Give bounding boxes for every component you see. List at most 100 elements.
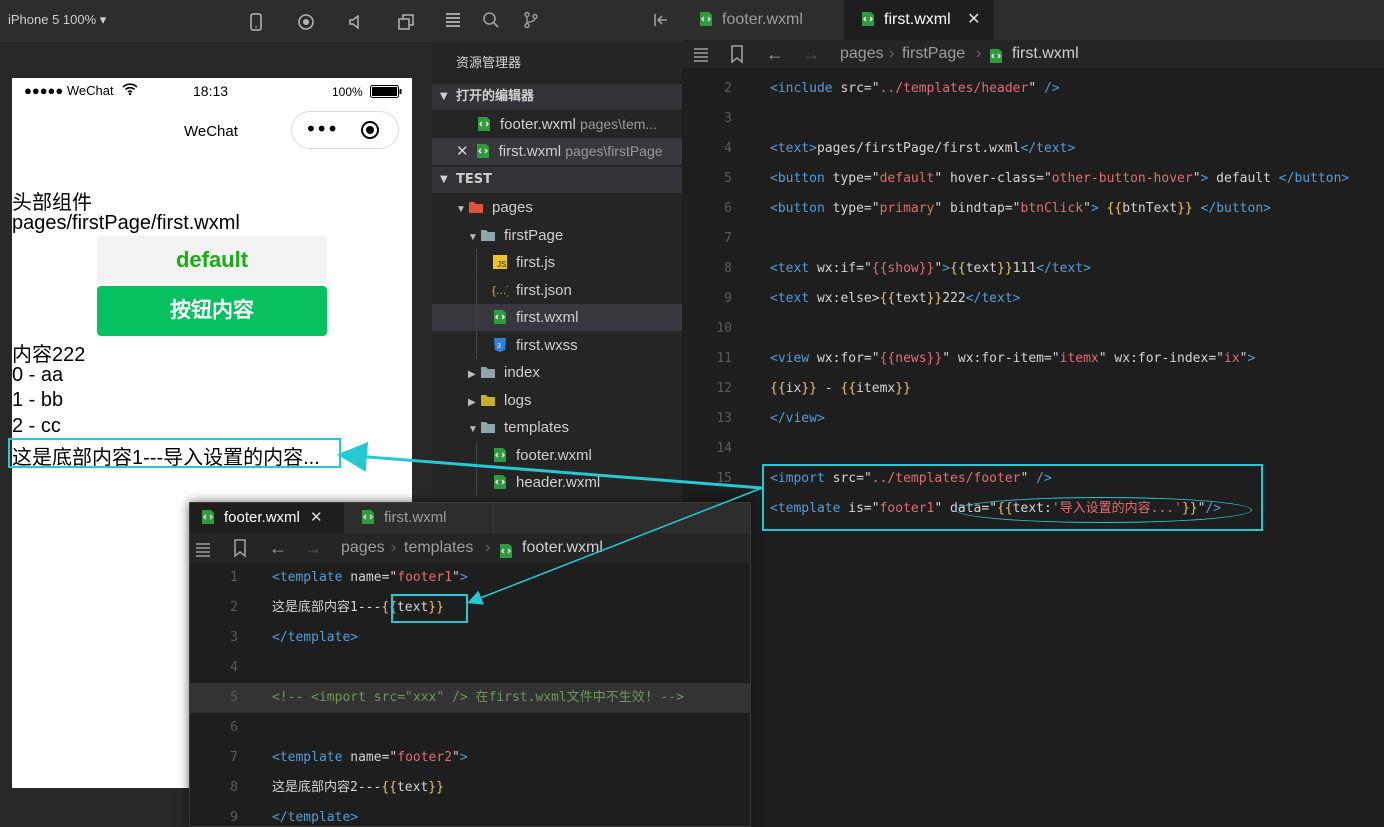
code-token: hover-class=	[942, 171, 1044, 186]
tree-item[interactable]: JS first.js	[432, 249, 682, 276]
code-text: <text wx:if="{{show}}">{{text}}111</text…	[770, 254, 1091, 284]
indent-guide	[476, 469, 477, 496]
code-token: "	[942, 351, 951, 366]
code-line[interactable]: 6	[190, 713, 750, 743]
phone-icon[interactable]	[246, 12, 266, 32]
record-icon[interactable]	[296, 12, 316, 32]
code-text: </template>	[272, 623, 358, 653]
code-line[interactable]: 10	[682, 314, 1384, 344]
code-line[interactable]: 12 {{ix}} - {{itemx}}	[682, 374, 1384, 404]
code-line[interactable]: 14	[682, 434, 1384, 464]
code-line[interactable]: 2 <include src="../templates/header" />	[682, 74, 1384, 104]
detach-window-icon[interactable]	[396, 12, 416, 32]
code-line[interactable]: 2 这是底部内容1---{{text}}	[190, 593, 750, 623]
code-text: {{ix}} - {{itemx}}	[770, 374, 911, 404]
breadcrumb-item[interactable]: templates	[404, 533, 473, 563]
code-line[interactable]: 1 <template name="footer1">	[190, 563, 750, 593]
code-token: </template>	[272, 630, 359, 645]
tab-label: footer.wxml	[722, 11, 803, 28]
tab-first-wxml[interactable]: first.wxml ✕	[844, 0, 994, 40]
primary-button[interactable]: 按钮内容	[97, 286, 327, 336]
code-line[interactable]: 3 </template>	[190, 623, 750, 653]
open-editor-item[interactable]: footer.wxml pages\tem...	[432, 111, 682, 138]
code-line[interactable]: 8 这是底部内容2---{{text}}	[190, 773, 750, 803]
code-line[interactable]: 3	[682, 104, 1384, 134]
chevron-down-icon[interactable]: ▼	[468, 224, 480, 251]
code-token: itemx	[1059, 351, 1099, 366]
breadcrumb-item[interactable]: pages	[840, 40, 884, 68]
code-token: "	[1083, 201, 1091, 216]
tree-item[interactable]: first.wxml	[432, 304, 682, 331]
tree-item[interactable]: header.wxml	[432, 469, 682, 496]
default-button[interactable]: default	[97, 236, 327, 284]
list-icon[interactable]	[444, 11, 462, 33]
chevron-right-icon[interactable]: ▶	[468, 389, 480, 416]
code-line[interactable]: 8 <text wx:if="{{show}}">{{text}}111</tex…	[682, 254, 1384, 284]
code-token: />	[1205, 501, 1222, 516]
arrow-left-icon[interactable]: ←	[766, 40, 784, 68]
list-item: 2 - cc	[12, 415, 61, 437]
arrow-right-icon[interactable]: →	[304, 533, 322, 563]
code-line[interactable]: 4 <text>pages/firstPage/first.wxml</text>	[682, 134, 1384, 164]
code-line[interactable]: 13 </view>	[682, 404, 1384, 434]
chevron-down-icon[interactable]: ▼	[456, 196, 468, 223]
code-line[interactable]: 9 </template>	[190, 803, 750, 826]
chevron-right-icon[interactable]: ▶	[468, 361, 480, 388]
code-token: <template	[770, 501, 849, 516]
speaker-icon[interactable]	[346, 12, 366, 32]
code-token: "	[871, 171, 880, 186]
close-icon[interactable]: ✕	[967, 11, 980, 28]
open-editor-item[interactable]: ✕ first.wxml pages\firstPage	[432, 138, 682, 165]
chevron-down-icon[interactable]: ▼	[468, 416, 480, 443]
arrow-right-icon[interactable]: →	[802, 40, 820, 68]
tree-item[interactable]: ▶ index	[432, 359, 682, 386]
wxml-file-icon	[988, 46, 1004, 74]
code-line[interactable]: 15 <import src="../templates/footer" />	[682, 464, 1384, 494]
tab-footer-wxml[interactable]: footer.wxml	[682, 0, 844, 40]
code-line[interactable]: <template is="footer1" data="{{text:'导入设…	[682, 494, 1384, 524]
code-token: "	[871, 201, 880, 216]
tree-item[interactable]: ▼ pages	[432, 194, 682, 221]
list-icon[interactable]	[692, 45, 710, 73]
collapse-panel-icon[interactable]	[652, 11, 670, 33]
wxml-file-icon	[698, 3, 714, 26]
git-branch-icon[interactable]	[522, 11, 540, 33]
project-section[interactable]: ▼ TEST	[432, 167, 682, 193]
code-line[interactable]: 6 <button type="primary" bindtap="btnClic…	[682, 194, 1384, 224]
tab-footer-wxml[interactable]: footer.wxml ✕	[190, 503, 344, 533]
arrow-left-icon[interactable]: ←	[269, 533, 287, 563]
code-token: 111	[1012, 261, 1037, 276]
close-icon[interactable]: ✕	[310, 509, 323, 526]
tree-item[interactable]: {…} first.json	[432, 276, 682, 304]
code-token: }}	[926, 291, 943, 306]
close-circle-icon[interactable]	[360, 120, 380, 144]
close-icon[interactable]: ✕	[456, 143, 469, 160]
tab-first-wxml[interactable]: first.wxml	[350, 503, 494, 533]
tree-item[interactable]: 3 first.wxss	[432, 331, 682, 359]
code-line[interactable]: 5 <!-- <import src="xxx" /> 在first.wxml文件…	[190, 683, 750, 713]
search-icon[interactable]	[482, 11, 500, 33]
breadcrumb-item[interactable]: first.wxml	[1012, 40, 1079, 68]
capsule-menu[interactable]: •••	[291, 111, 399, 149]
code-line[interactable]: 4	[190, 653, 750, 683]
code-token: "	[1051, 351, 1060, 366]
code-line[interactable]: 7	[682, 224, 1384, 254]
bookmark-icon[interactable]	[729, 44, 745, 74]
device-selector[interactable]: iPhone 5 100% ▾	[8, 12, 106, 28]
breadcrumb-item[interactable]: footer.wxml	[522, 533, 603, 563]
code-line[interactable]: 11 <view wx:for="{{news}}" wx:for-item="i…	[682, 344, 1384, 374]
breadcrumb-item[interactable]: firstPage	[902, 40, 965, 68]
open-editors-section[interactable]: ▼ 打开的编辑器	[432, 84, 682, 110]
breadcrumb-item[interactable]: pages	[341, 533, 385, 563]
code-text: <button type="primary" bindtap="btnClick…	[770, 194, 1271, 224]
tab-label: first.wxml	[384, 509, 447, 526]
tree-item[interactable]: footer.wxml	[432, 441, 682, 469]
code-line[interactable]: 7 <template name="footer2">	[190, 743, 750, 773]
tree-item[interactable]: ▶ logs	[432, 387, 682, 414]
code-token: >	[459, 570, 468, 585]
more-dots-icon[interactable]: •••	[305, 117, 338, 141]
code-line[interactable]: 5 <button type="default" hover-class="oth…	[682, 164, 1384, 194]
code-line[interactable]: 9 <text wx:else>{{text}}222</text>	[682, 284, 1384, 314]
tree-item[interactable]: ▼ templates	[432, 414, 682, 441]
tree-item[interactable]: ▼ firstPage	[432, 222, 682, 249]
